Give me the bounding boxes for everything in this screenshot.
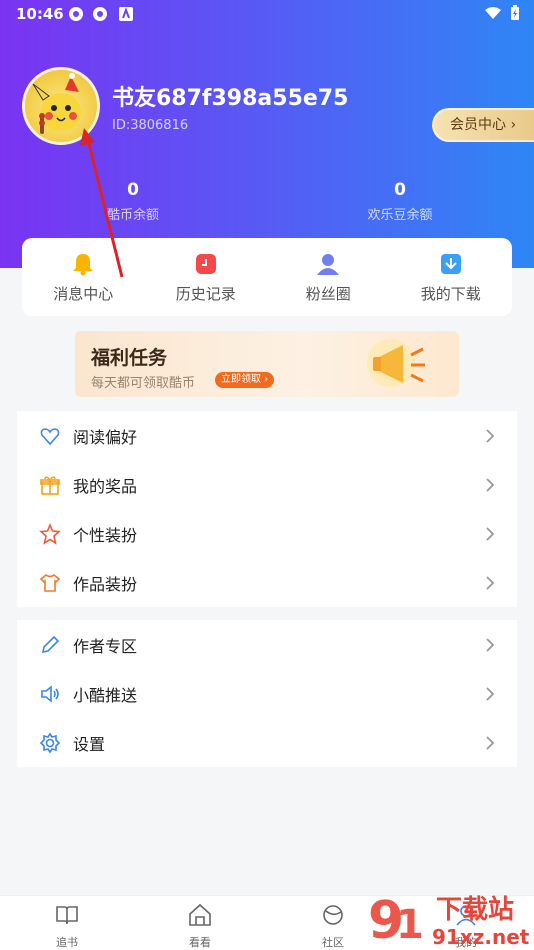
nav-label: 社区 <box>322 936 344 949</box>
menu-item-label: 小酷推送 <box>73 685 138 705</box>
vip-center-button[interactable]: 会员中心 › <box>432 108 534 142</box>
menu-item-label: 设置 <box>73 734 106 754</box>
quick-action-fans[interactable]: 粉丝圈 <box>273 251 383 304</box>
fans-icon <box>317 253 340 275</box>
welfare-claim-button[interactable]: 立即领取 › <box>215 372 275 388</box>
gear-icon <box>39 732 61 753</box>
quick-action-label: 粉丝圈 <box>305 284 351 303</box>
chevron-right-icon <box>486 428 495 443</box>
menu-item-my-prizes[interactable]: 我的奖品 <box>17 460 517 509</box>
menu-item-label: 作者专区 <box>73 636 138 656</box>
quick-action-label: 我的下载 <box>420 284 481 303</box>
menu-item-work-decor[interactable]: 作品装扮 <box>17 558 517 607</box>
gift-icon <box>40 475 60 495</box>
vip-center-label: 会员中心 <box>450 117 506 133</box>
chevron-right-icon <box>486 637 495 652</box>
quick-action-messages[interactable]: 消息中心 <box>28 251 138 304</box>
chevron-right-icon <box>486 526 495 541</box>
nav-label: 看看 <box>189 936 211 949</box>
user-avatar[interactable] <box>22 67 100 145</box>
watermark-bottom-text: 91xz.net <box>432 925 530 949</box>
welfare-claim-label: 立即领取 <box>221 374 261 385</box>
chevron-right-icon <box>486 686 495 701</box>
nav-tab-books[interactable]: 追书 <box>37 902 97 950</box>
app-notification-icon-2 <box>93 7 107 21</box>
welfare-subtitle: 每天都可领取酷币 <box>91 376 196 391</box>
menu-item-label: 个性装扮 <box>73 525 138 545</box>
site-watermark: 9 1 下载站 91xz.net <box>368 891 530 950</box>
menu-item-personal-decor[interactable]: 个性装扮 <box>17 509 517 558</box>
menu-item-label: 我的奖品 <box>73 476 138 496</box>
status-time: 10:46 <box>16 5 64 23</box>
menu-item-push[interactable]: 小酷推送 <box>17 669 517 718</box>
pikachu-avatar-icon <box>32 73 81 134</box>
bean-balance-value: 0 <box>394 180 406 200</box>
welfare-task-banner[interactable]: 福利任务 每天都可领取酷币 立即领取 › <box>75 331 459 397</box>
heart-icon <box>40 427 60 445</box>
nav-tab-community[interactable]: 社区 <box>303 902 363 950</box>
download-icon <box>440 253 461 274</box>
bean-balance-label: 欢乐豆余额 <box>367 208 433 223</box>
user-id: ID:3806816 <box>112 118 189 133</box>
coin-balance-label: 酷币余额 <box>106 208 159 223</box>
speaker-icon <box>41 684 59 703</box>
quick-actions-card: 消息中心 历史记录 粉丝圈 我的下载 <box>22 238 512 316</box>
quick-action-label: 历史记录 <box>175 284 236 303</box>
quick-action-downloads[interactable]: 我的下载 <box>396 251 506 304</box>
status-bar: 10:46 <box>0 0 534 30</box>
book-icon <box>56 906 78 925</box>
coin-balance-value: 0 <box>127 180 139 200</box>
a-notification-icon <box>119 7 133 21</box>
star-icon <box>39 522 61 545</box>
welfare-title: 福利任务 <box>91 347 168 369</box>
chevron-right-icon: › <box>510 117 517 133</box>
watermark-top-text: 下载站 <box>436 895 514 925</box>
menu-item-author-zone[interactable]: 作者专区 <box>17 620 517 669</box>
community-icon <box>323 905 343 925</box>
wifi-icon <box>485 7 501 19</box>
menu-group-other: 作者专区 小酷推送 设置 <box>17 620 517 767</box>
app-notification-icon <box>69 7 83 21</box>
menu-group-preferences: 阅读偏好 我的奖品 个性装扮 作品装扮 <box>17 411 517 607</box>
bell-icon <box>73 253 94 275</box>
menu-item-label: 作品装扮 <box>73 574 138 594</box>
pen-icon <box>41 635 60 653</box>
chevron-right-icon <box>486 735 495 750</box>
history-icon <box>195 253 216 274</box>
nav-label: 追书 <box>56 936 78 949</box>
menu-item-settings[interactable]: 设置 <box>17 718 517 767</box>
quick-action-history[interactable]: 历史记录 <box>151 251 261 304</box>
coin-balance[interactable]: 0 酷币余额 <box>93 180 173 223</box>
menu-item-reading-preference[interactable]: 阅读偏好 <box>17 411 517 460</box>
chevron-right-icon <box>486 477 495 492</box>
battery-icon <box>511 5 519 20</box>
bean-balance[interactable]: 0 欢乐豆余额 <box>355 180 445 223</box>
username: 书友687f398a55e75 <box>112 86 349 111</box>
nav-tab-watch[interactable]: 看看 <box>170 902 230 950</box>
megaphone-icon <box>367 339 425 387</box>
menu-item-label: 阅读偏好 <box>73 427 138 447</box>
home-icon <box>189 903 211 926</box>
svg-text:1: 1 <box>396 902 424 948</box>
chevron-right-icon <box>486 575 495 590</box>
quick-action-label: 消息中心 <box>53 284 114 303</box>
shirt-icon <box>39 573 61 592</box>
